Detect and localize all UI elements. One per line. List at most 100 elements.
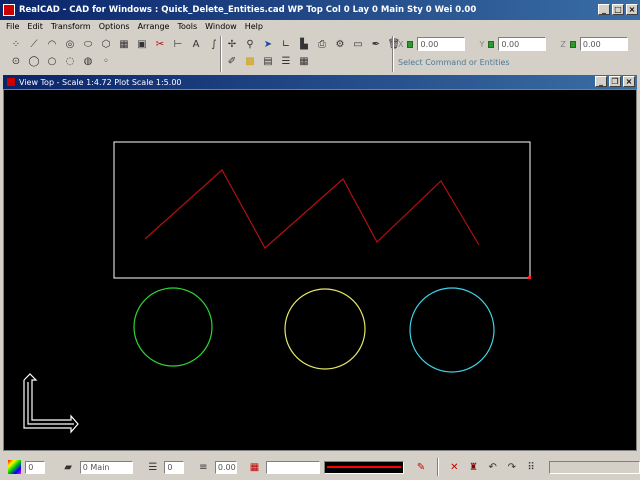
delete-icon[interactable]: ✕ [447,459,462,475]
z-label: Z [560,39,566,49]
hatch-edit-icon[interactable]: ▤ [260,53,276,69]
zoom-tool-icon[interactable]: ⚲ [242,36,258,52]
maximize-button[interactable]: □ [612,4,624,15]
ellipse-tool-icon[interactable]: ⬭ [80,36,96,52]
line-style-icon[interactable]: ☰ [145,459,160,475]
z-input[interactable]: 0.00 [579,37,628,51]
pointer-tool-icon[interactable]: ➤ [260,36,276,52]
grid-dots-icon[interactable]: ⠿ [523,459,538,475]
line-weight-icon[interactable]: ≡ [196,459,211,475]
color-picker-icon[interactable] [8,460,22,474]
menu-help[interactable]: Help [245,22,263,31]
y-input[interactable]: 0.00 [498,37,547,51]
dimension-tool-icon[interactable]: ⊢ [170,36,186,52]
undo-icon[interactable]: ↶ [485,459,500,475]
circle-diameter-icon[interactable]: ◌ [62,53,78,69]
y-label: Y [479,39,485,49]
app-title-bar: RealCAD - CAD for Windows : Quick_Delete… [0,0,640,20]
menu-transform[interactable]: Transform [51,22,91,31]
circle-tool-icon[interactable]: ◎ [62,36,78,52]
view-close-button[interactable]: × [623,76,635,87]
text-tool-icon[interactable]: A [188,36,204,52]
menu-window[interactable]: Window [205,22,237,31]
line-preview-stroke [326,466,401,468]
color-input[interactable]: 0 [25,460,45,474]
restore-icon: ❐ [611,77,619,86]
point-tool-icon[interactable]: ⁘ [8,36,24,52]
edit-toolbar: ✢ ⚲ ➤ ∟ ▙ ⎙ ⚙ ▭ ✒ 🗑 ✐ ▩ ▤ ☰ ▦ [224,36,402,69]
layer-icon[interactable]: ▰ [61,459,76,475]
z-lock-icon[interactable] [569,40,576,48]
frame-rectangle[interactable] [113,141,531,279]
weight-input[interactable]: 0.00 [214,460,237,474]
drawing-canvas[interactable] [3,89,637,451]
circle-radius-icon[interactable]: ◍ [80,53,96,69]
measure-tool-icon[interactable]: ▙ [296,36,312,52]
menu-options[interactable]: Options [99,22,130,31]
symbol-tool-icon[interactable]: ✂ [152,36,168,52]
menu-bar: File Edit Transform Options Arrange Tool… [0,20,640,33]
line-preview [323,460,404,474]
linetype-field[interactable] [266,460,320,474]
block-tool-icon[interactable]: ▣ [134,36,150,52]
drawing-svg [23,141,531,434]
menu-tools[interactable]: Tools [177,22,197,31]
snap-tool-icon[interactable]: ✢ [224,36,240,52]
zigzag-polyline[interactable] [144,169,480,249]
menu-file[interactable]: File [6,22,19,31]
menu-edit[interactable]: Edit [27,22,43,31]
y-lock-icon[interactable] [488,40,495,48]
yellow-circle[interactable] [284,288,366,370]
close-icon: × [625,77,633,86]
pen-tool-icon[interactable]: ✒ [368,36,384,52]
circle-tangent-icon[interactable]: ◯ [26,53,42,69]
green-circle[interactable] [133,287,213,367]
view-restore-button[interactable]: ❐ [609,76,621,87]
maximize-icon: □ [614,5,622,14]
circle-rim-icon[interactable]: ◦ [98,53,114,69]
status-message-field [548,460,640,474]
selection-marker[interactable] [528,276,531,279]
x-label: X [398,39,404,49]
drawing-toolbar: ⁘ ⟋ ◠ ◎ ⬭ ⬡ ▦ ▣ ✂ ⊢ A ∫ ⊙ ◯ ○ ◌ ◍ ◦ [8,36,222,69]
eyedropper-icon[interactable]: ✎ [414,459,429,475]
grid-tool-icon[interactable]: ▦ [296,53,312,69]
drawing-window-title-bar: View Top - Scale 1:4.72 Plot Scale 1:5.0… [3,75,637,89]
gear-tool-icon[interactable]: ⚙ [332,36,348,52]
app-title: RealCAD - CAD for Windows : Quick_Delete… [19,5,477,15]
palette-icon[interactable]: ▦ [247,459,262,475]
minimize-icon: _ [602,5,606,14]
layer-input[interactable]: 0 Main [79,460,134,474]
arc-tool-icon[interactable]: ◠ [44,36,60,52]
drawing-window-title: View Top - Scale 1:4.72 Plot Scale 1:5.0… [19,77,182,87]
command-prompt[interactable]: Select Command or Entities [398,58,510,67]
hatch-tool-icon[interactable]: ▦ [116,36,132,52]
axis-indicator-icon [23,373,79,434]
line-tool-icon[interactable]: ⟋ [26,36,42,52]
list-tool-icon[interactable]: ☰ [278,53,294,69]
toolbar-separator [220,36,222,72]
redo-icon[interactable]: ↷ [504,459,519,475]
status-separator [436,458,439,476]
minimize-icon: _ [599,77,603,86]
view-minimize-button[interactable]: _ [595,76,607,87]
erase-tool-icon[interactable]: ✐ [224,53,240,69]
document-icon[interactable] [7,78,15,86]
polygon-tool-icon[interactable]: ⬡ [98,36,114,52]
toolbar-separator-2 [392,36,394,72]
circle-center-icon[interactable]: ○ [44,53,60,69]
cyan-circle[interactable] [409,287,495,373]
circle-3pt-icon[interactable]: ⊙ [8,53,24,69]
app-icon[interactable] [3,4,15,16]
color-tool-icon[interactable]: ▩ [242,53,258,69]
menu-arrange[interactable]: Arrange [138,22,170,31]
style-input[interactable]: 0 [164,460,184,474]
linestyle-tool-icon[interactable]: ▭ [350,36,366,52]
x-lock-icon[interactable] [407,40,414,48]
close-button[interactable]: × [626,4,638,15]
x-input[interactable]: 0.00 [417,37,466,51]
corner-tool-icon[interactable]: ∟ [278,36,294,52]
minimize-button[interactable]: _ [598,4,610,15]
brush-icon[interactable]: ♜ [466,459,481,475]
camera-tool-icon[interactable]: ⎙ [314,36,330,52]
